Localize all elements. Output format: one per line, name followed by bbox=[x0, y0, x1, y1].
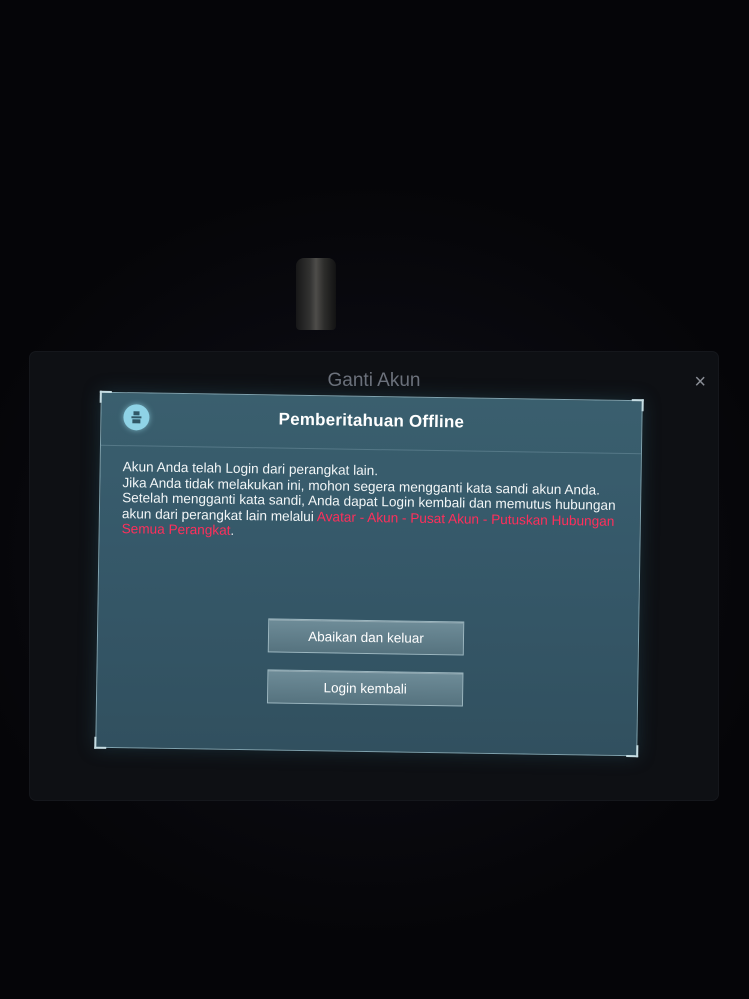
message-line-3: Setelah mengganti kata sandi, Anda dapat… bbox=[122, 490, 623, 544]
background-window-title: Ganti Akun bbox=[327, 370, 421, 391]
background-object bbox=[296, 258, 336, 330]
corner-ornament bbox=[626, 745, 639, 758]
login-again-button[interactable]: Login kembali bbox=[266, 669, 464, 707]
close-icon[interactable]: × bbox=[694, 372, 706, 392]
dialog-message: Akun Anda telah Login dari perangkat lai… bbox=[122, 459, 623, 544]
dialog-title: Pemberitahuan Offline bbox=[278, 409, 465, 432]
corner-ornament bbox=[94, 736, 107, 749]
offline-notice-dialog: Pemberitahuan Offline Akun Anda telah Lo… bbox=[94, 390, 644, 758]
dialog-header: Pemberitahuan Offline bbox=[100, 392, 642, 455]
ignore-and-exit-button[interactable]: Abaikan dan keluar bbox=[267, 618, 465, 656]
message-line-3-suffix: . bbox=[230, 522, 235, 538]
